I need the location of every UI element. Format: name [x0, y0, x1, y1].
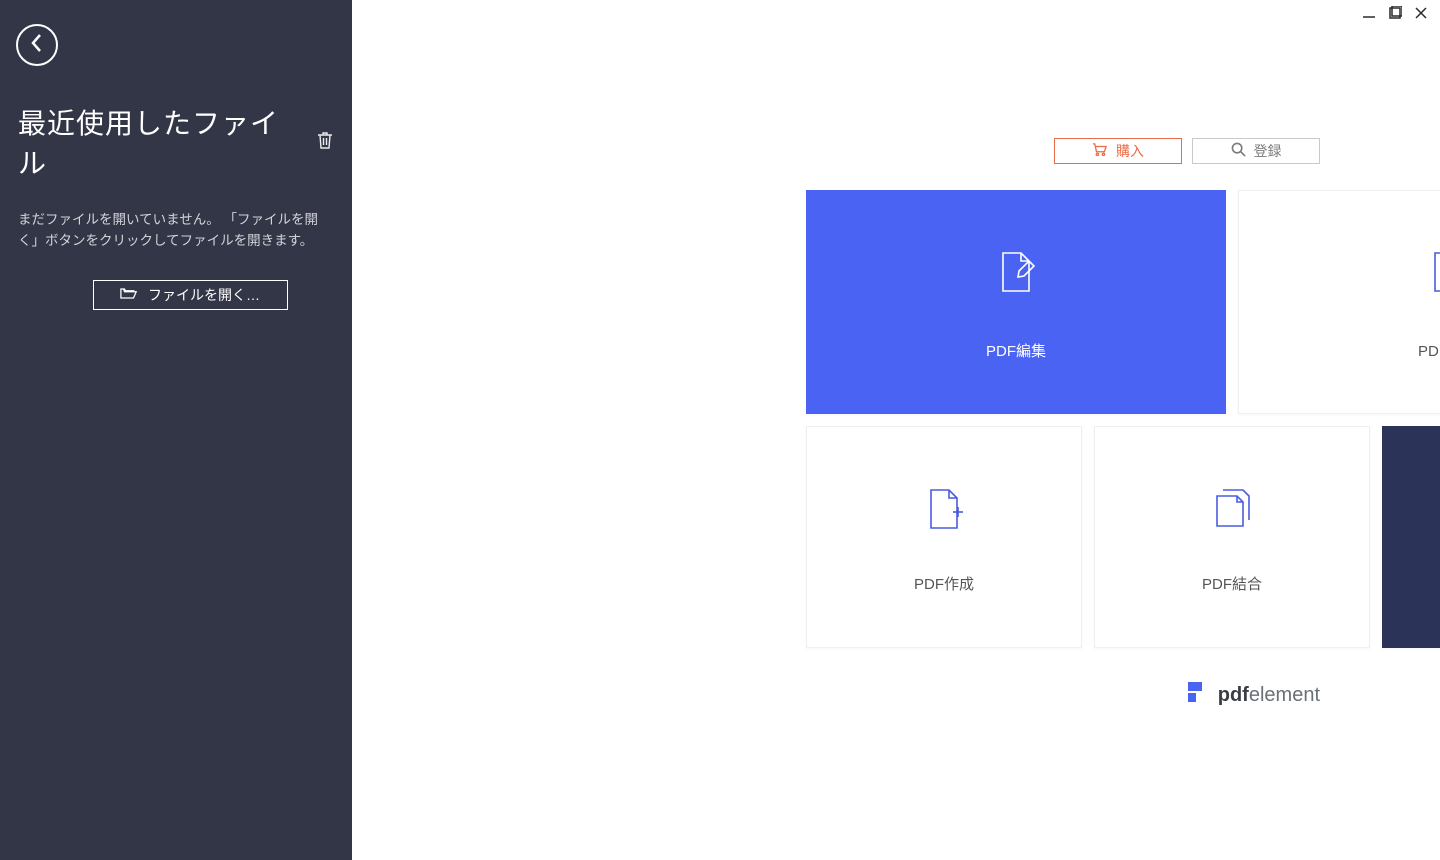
folder-open-icon — [120, 286, 138, 304]
sidebar: 最近使用したファイル まだファイルを開いていません。 「ファイルを開く」ボタンを… — [0, 0, 352, 860]
app-root: 最近使用したファイル まだファイルを開いていません。 「ファイルを開く」ボタンを… — [0, 0, 1440, 860]
tile-pdf-template[interactable]: PDFテンプレート — [1382, 426, 1440, 648]
register-label: 登録 — [1254, 141, 1282, 161]
maximize-button[interactable] — [1386, 6, 1404, 24]
top-action-buttons: 購入 登録 — [1054, 138, 1320, 164]
cart-icon — [1092, 143, 1108, 160]
sidebar-title-row: 最近使用したファイル — [18, 102, 334, 182]
minimize-button[interactable] — [1360, 6, 1378, 24]
brand-bold: pdf — [1218, 684, 1249, 706]
chevron-left-icon — [30, 33, 44, 58]
document-convert-icon — [1420, 244, 1440, 300]
brand-text: pdfelement — [1218, 684, 1320, 707]
recent-files-title: 最近使用したファイル — [18, 102, 298, 182]
search-icon — [1231, 142, 1246, 160]
window-controls — [1360, 6, 1430, 24]
tile-pdf-convert[interactable]: PDF変換 — [1238, 190, 1440, 414]
close-button[interactable] — [1412, 6, 1430, 24]
clear-recent-button[interactable] — [316, 130, 334, 155]
buy-button[interactable]: 購入 — [1054, 138, 1182, 164]
open-file-label: ファイルを開く… — [148, 285, 260, 305]
document-edit-icon — [988, 244, 1044, 300]
empty-recent-message: まだファイルを開いていません。 「ファイルを開く」ボタンをクリックしてファイルを… — [18, 210, 328, 252]
tile-pdf-combine[interactable]: PDF結合 — [1094, 426, 1370, 648]
brand-light: element — [1249, 684, 1320, 706]
document-combine-icon — [1204, 481, 1260, 537]
tile-pdf-create-label: PDF作成 — [914, 573, 974, 594]
open-file-button[interactable]: ファイルを開く… — [93, 280, 288, 310]
tile-pdf-edit[interactable]: PDF編集 — [806, 190, 1226, 414]
brand-footer: pdfelement — [1188, 682, 1320, 708]
document-create-icon — [916, 481, 972, 537]
buy-label: 購入 — [1116, 141, 1144, 161]
minimize-icon — [1362, 6, 1376, 25]
tile-pdf-create[interactable]: PDF作成 — [806, 426, 1082, 648]
close-icon — [1414, 6, 1428, 25]
tile-grid: PDF編集 PDF変換 PDF作成 PDF結合 — [806, 190, 1440, 648]
register-button[interactable]: 登録 — [1192, 138, 1320, 164]
tile-pdf-edit-label: PDF編集 — [986, 340, 1046, 361]
back-button[interactable] — [16, 24, 58, 66]
trash-icon — [316, 137, 334, 154]
maximize-icon — [1388, 6, 1402, 25]
tile-pdf-convert-label: PDF変換 — [1418, 340, 1440, 361]
tile-pdf-combine-label: PDF結合 — [1202, 573, 1262, 594]
main-area: 購入 登録 PDF編集 PDF変換 — [352, 0, 1440, 860]
brand-logo-icon — [1188, 682, 1208, 708]
